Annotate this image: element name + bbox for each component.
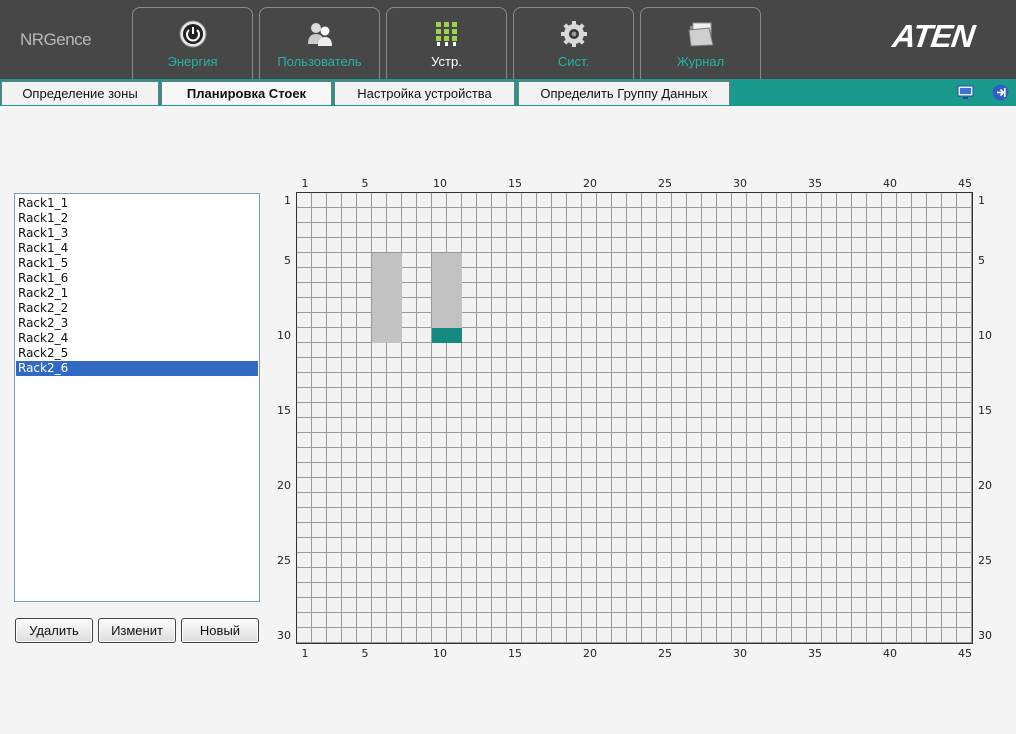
subtab-rack-layout[interactable]: Планировка Стоек [161, 81, 332, 105]
x-axis-tick-top: 15 [508, 177, 522, 190]
tab-devices[interactable]: Устр. [386, 7, 507, 79]
tab-system[interactable]: Сист. [513, 7, 634, 79]
x-axis-tick-bottom: 15 [508, 647, 522, 660]
sub-navigation: Определение зоны Планировка Стоек Настро… [0, 79, 1016, 106]
tab-label: Пользователь [277, 54, 362, 69]
aten-logo: ATEN [890, 18, 977, 54]
tab-users[interactable]: Пользователь [259, 7, 380, 79]
rack-floor-grid[interactable] [296, 192, 973, 644]
x-axis-tick-bottom: 45 [958, 647, 972, 660]
rack-list-item[interactable]: Rack2_5 [15, 346, 259, 361]
x-axis-tick-bottom: 25 [658, 647, 672, 660]
x-axis-tick-bottom: 1 [301, 647, 309, 660]
x-axis-tick-top: 25 [658, 177, 672, 190]
users-icon [308, 23, 332, 46]
rack-list-item[interactable]: Rack1_5 [15, 256, 259, 271]
rack-list-item[interactable]: Rack2_2 [15, 301, 259, 316]
rack-list-item[interactable]: Rack1_2 [15, 211, 259, 226]
y-axis-tick-right: 15 [978, 404, 992, 417]
x-axis-tick-top: 35 [808, 177, 822, 190]
rack-list-item[interactable]: Rack1_3 [15, 226, 259, 241]
rack-block[interactable] [432, 328, 462, 343]
x-axis-tick-bottom: 30 [733, 647, 747, 660]
y-axis-tick-left: 30 [277, 629, 291, 642]
x-axis-tick-top: 45 [958, 177, 972, 190]
x-axis-tick-top: 1 [301, 177, 309, 190]
x-axis-tick-top: 40 [883, 177, 897, 190]
tab-label: Энергия [167, 54, 218, 69]
tab-label: Устр. [431, 54, 462, 69]
x-axis-tick-top: 30 [733, 177, 747, 190]
rack-block[interactable] [432, 253, 462, 328]
x-axis-tick-bottom: 20 [583, 647, 597, 660]
y-axis-tick-left: 15 [277, 404, 291, 417]
y-axis-tick-right: 1 [978, 194, 985, 207]
devices-icon [436, 22, 457, 46]
y-axis-tick-right: 5 [978, 254, 985, 267]
system-gear-icon [561, 21, 587, 47]
log-folder-icon [688, 22, 714, 47]
x-axis-tick-bottom: 10 [433, 647, 447, 660]
y-axis-tick-left: 20 [277, 479, 291, 492]
rack-list-item[interactable]: Rack2_1 [15, 286, 259, 301]
subtab-zone-definition[interactable]: Определение зоны [1, 81, 159, 105]
rack-list-item[interactable]: Rack2_4 [15, 331, 259, 346]
rack-list-item[interactable]: Rack1_1 [15, 196, 259, 211]
tab-label: Сист. [557, 54, 590, 69]
new-button[interactable]: Новый [181, 618, 259, 643]
y-axis-tick-right: 10 [978, 329, 992, 342]
rack-list-item[interactable]: Rack2_6 [16, 361, 258, 376]
x-axis-tick-bottom: 5 [361, 647, 369, 660]
modify-button[interactable]: Изменит [98, 618, 176, 643]
app-header: NRGence Энергия Пользователь Устр. Сист.… [0, 0, 1016, 79]
y-axis-tick-left: 5 [284, 254, 291, 267]
subtab-data-group[interactable]: Определить Группу Данных [518, 81, 730, 105]
rack-list-item[interactable]: Rack1_6 [15, 271, 259, 286]
y-axis-tick-left: 25 [277, 554, 291, 567]
x-axis-tick-bottom: 40 [883, 647, 897, 660]
tab-log[interactable]: Журнал [640, 7, 761, 79]
x-axis-tick-bottom: 35 [808, 647, 822, 660]
subtab-device-settings[interactable]: Настройка устройства [334, 81, 515, 105]
tab-label: Журнал [676, 54, 725, 69]
x-axis-tick-top: 5 [361, 177, 369, 190]
monitor-icon[interactable] [957, 84, 974, 101]
x-axis-tick-top: 10 [433, 177, 447, 190]
rack-block[interactable] [372, 253, 402, 343]
y-axis-tick-left: 10 [277, 329, 291, 342]
power-icon [179, 20, 207, 48]
y-axis-tick-right: 20 [978, 479, 992, 492]
logout-icon[interactable] [992, 84, 1009, 101]
rack-list-item[interactable]: Rack1_4 [15, 241, 259, 256]
rack-listbox[interactable]: Rack1_1 Rack1_2 Rack1_3 Rack1_4 Rack1_5 Rack1… [14, 193, 260, 602]
x-axis-tick-top: 20 [583, 177, 597, 190]
rack-list-item[interactable]: Rack2_3 [15, 316, 259, 331]
delete-button[interactable]: Удалить [15, 618, 93, 643]
nrgence-logo: NRGence [20, 30, 92, 49]
y-axis-tick-right: 30 [978, 629, 992, 642]
y-axis-tick-left: 1 [284, 194, 291, 207]
tab-energy[interactable]: Энергия [132, 7, 253, 79]
y-axis-tick-right: 25 [978, 554, 992, 567]
